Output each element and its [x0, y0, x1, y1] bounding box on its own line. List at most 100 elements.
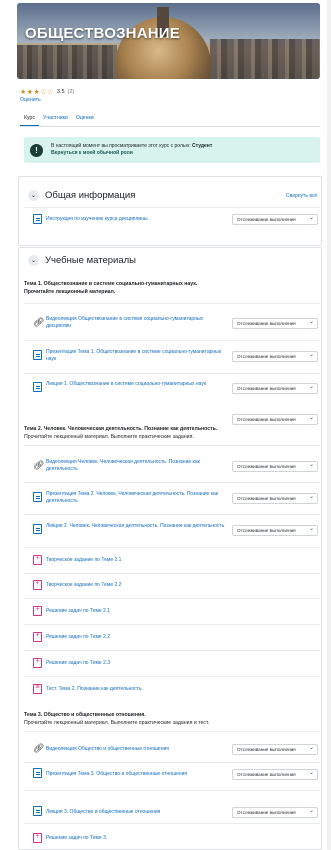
activity-row: Решение задач по Теме 2.1 [24, 606, 320, 618]
activity-link[interactable]: Видеолекция Человек. Человеческая деятел… [46, 459, 226, 473]
activity-row: Решение задач по Теме 2.3 [24, 658, 320, 670]
activity-row: Творческое задание по Теме 2.2 [24, 580, 320, 592]
alert-role: Студент [192, 143, 213, 149]
completion-tracking-dropdown[interactable]: Отслеживание выполнения [232, 525, 318, 536]
divider [24, 823, 320, 824]
rating-count: (2) [67, 89, 75, 95]
divider [24, 207, 320, 208]
collapse-all-link[interactable]: Свернуть всё [286, 193, 317, 199]
document-icon [33, 350, 42, 360]
completion-tracking-dropdown[interactable]: Отслеживание выполнения [232, 318, 318, 329]
completion-tracking-dropdown[interactable]: Отслеживание выполнения [232, 807, 318, 818]
activity-link[interactable]: Лекция 1. Обществознание в системе социа… [46, 381, 226, 388]
activity-row: Презентация Тема 2. Человек. Человеческа… [24, 490, 320, 510]
tab-participants[interactable]: Участники [39, 113, 72, 126]
divider [24, 731, 320, 732]
activity-row: 🔗︎ Видеолекция Обществознание в системе … [24, 315, 320, 335]
link-icon: 🔗︎ [33, 460, 45, 470]
activity-link[interactable]: Видеолекция Общество и общественные отно… [46, 746, 236, 753]
activity-row: Лекция 3. Общество и общественные отноше… [24, 806, 320, 820]
divider [24, 482, 320, 483]
divider [24, 573, 320, 574]
completion-tracking-dropdown[interactable]: Отслеживание выполнения [232, 414, 318, 425]
activity-link[interactable]: Решение задач по Теме 3. [46, 835, 226, 842]
activity-link[interactable]: Презентация Тема 1. Обществознание в сис… [46, 349, 226, 363]
activity-row: Лекция 1. Обществознание в системе социа… [24, 380, 320, 400]
completion-tracking-dropdown[interactable]: Отслеживание выполнения [232, 383, 318, 394]
topic-3-description: Прочитайте лекционный материал. Выполнит… [24, 719, 210, 726]
materials-section [18, 247, 322, 850]
activity-row: Тест. Тема 2. Познание как деятельность. [24, 684, 320, 696]
completion-tracking-dropdown[interactable]: Отслеживание выполнения [232, 351, 318, 362]
activity-link[interactable]: Видеолекция Обществознание в системе соц… [46, 316, 226, 330]
completion-tracking-dropdown[interactable]: Отслеживание выполнения [232, 769, 318, 780]
activity-link[interactable]: Инструкция по изучению курса дисциплины [46, 216, 226, 223]
activity-link[interactable]: Презентация Тема 3. Общество и обществен… [46, 771, 236, 778]
divider [24, 445, 320, 446]
activity-row: 🔗︎ Видеолекция Человек. Человеческая дея… [24, 458, 320, 478]
activity-row: Презентация Тема 1. Обществознание в сис… [24, 348, 320, 368]
tab-grades[interactable]: Оценки [72, 113, 98, 126]
link-icon: 🔗︎ [33, 743, 45, 753]
assignment-icon [33, 833, 42, 843]
general-section-header[interactable]: ⌄ Общая информация [28, 190, 135, 201]
activity-link[interactable]: Творческое задание по Теме 2.1 [46, 557, 226, 564]
course-tabs: Курс Участники Оценки [20, 113, 320, 127]
materials-section-title: Учебные материалы [45, 255, 136, 266]
link-icon: 🔗︎ [33, 317, 45, 327]
general-section-title: Общая информация [45, 190, 136, 201]
activity-row: Презентация Тема 3. Общество и обществен… [24, 768, 320, 784]
activity-link[interactable]: Решение задач по Теме 2.2 [46, 634, 226, 641]
activity-link[interactable]: Творческое задание по Теме 2.2 [46, 582, 226, 589]
tab-course[interactable]: Курс [20, 113, 40, 126]
activity-link[interactable]: Лекция 3. Общество и общественные отноше… [46, 809, 236, 816]
activity-link[interactable]: Лекция 2. Человек. Человеческая деятельн… [46, 523, 226, 530]
divider [24, 676, 320, 677]
document-icon [33, 382, 42, 392]
divider [24, 790, 320, 791]
activity-link[interactable]: Презентация Тема 2. Человек. Человеческа… [46, 491, 226, 505]
assignment-icon [33, 555, 42, 565]
divider [24, 762, 320, 763]
rate-link[interactable]: Оценить [20, 97, 41, 103]
completion-tracking-dropdown[interactable]: Отслеживание выполнения [232, 493, 318, 504]
activity-row: Решение задач по Теме 2.2 [24, 632, 320, 644]
activity-link[interactable]: Решение задач по Теме 2.3 [46, 660, 226, 667]
general-section [18, 176, 322, 246]
completion-tracking-dropdown[interactable]: Отслеживание выполнения [232, 461, 318, 472]
assignment-icon [33, 658, 42, 668]
chevron-down-icon[interactable]: ⌄ [28, 255, 39, 266]
activity-row: Инструкция по изучению курса дисциплины … [24, 213, 320, 227]
return-role-link[interactable]: Вернуться к моей обычной роли [51, 150, 133, 156]
topic-3-title: Тема 3. Общество и общественные отношени… [24, 712, 146, 718]
activity-row: Творческое задание по Теме 2.1 [24, 555, 320, 567]
activity-link[interactable]: Решение задач по Теме 2.1 [46, 608, 226, 615]
alert-info-icon: ! [30, 143, 43, 157]
topic-2-title: Тема 2. Человек. Человеческая деятельнос… [24, 426, 218, 432]
alert-message: В настоящий момент вы просматриваете это… [51, 143, 191, 149]
course-title: ОБЩЕСТВОЗНАНИЕ [25, 25, 180, 42]
topic-1-description: Прочитайте лекционный материал. [24, 288, 116, 295]
topic-1-header: Тема 1. Обществознание в системе социаль… [24, 281, 314, 296]
divider [24, 340, 320, 341]
activity-row: Решение задач по Теме 3. [24, 833, 320, 845]
activity-link[interactable]: Тест. Тема 2. Познание как деятельность. [46, 686, 226, 693]
materials-section-header[interactable]: ⌄ Учебные материалы [28, 255, 136, 266]
assignment-icon [33, 580, 42, 590]
assignment-icon [33, 606, 42, 616]
document-icon [33, 806, 42, 816]
rating-stars-icon: ★★★☆☆ [20, 89, 54, 96]
chevron-down-icon[interactable]: ⌄ [28, 190, 39, 201]
page-scrollbar[interactable] [327, 0, 331, 850]
completion-tracking-dropdown[interactable]: Отслеживание выполнения [232, 744, 318, 755]
topic-3-header: Тема 3. Общество и общественные отношени… [24, 712, 314, 727]
completion-tracking-dropdown[interactable]: Отслеживание выполнения [232, 214, 318, 225]
banner-city-right [210, 39, 320, 79]
quiz-icon [33, 684, 42, 694]
document-icon [33, 214, 42, 224]
topic-2-description: Прочитайте лекционный материал. Выполнит… [24, 433, 194, 440]
rating-value: 3.5 [56, 89, 65, 95]
divider [24, 547, 320, 548]
divider [24, 624, 320, 625]
divider [24, 373, 320, 374]
